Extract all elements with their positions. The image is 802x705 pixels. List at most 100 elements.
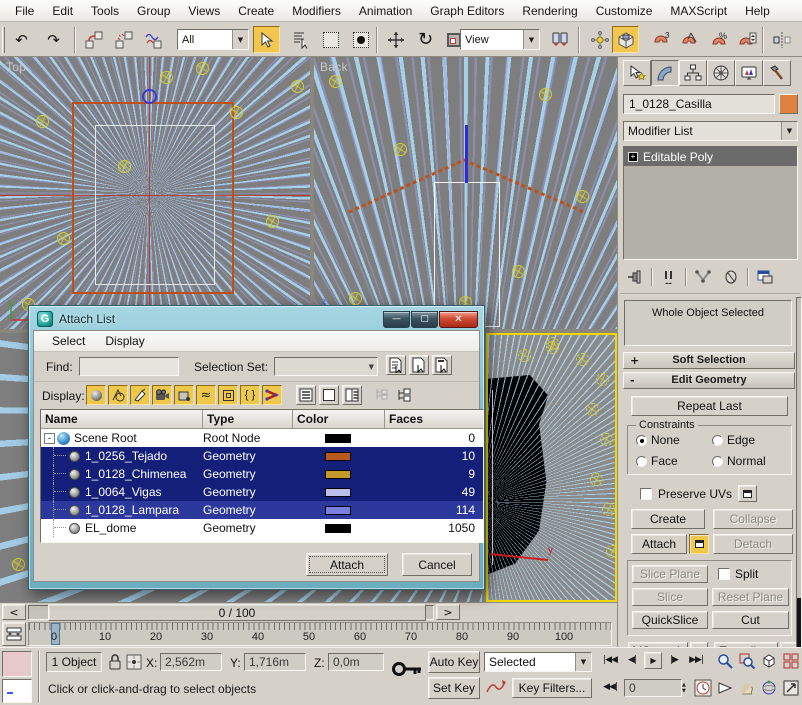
create-button[interactable]: Create bbox=[631, 509, 705, 529]
add-to-set-icon[interactable] bbox=[409, 355, 429, 375]
zoom-icon[interactable] bbox=[716, 652, 734, 670]
display-all-icon[interactable] bbox=[296, 385, 316, 405]
previous-frame-icon[interactable]: ◀| bbox=[624, 651, 640, 669]
slice-button[interactable]: Slice bbox=[632, 588, 708, 606]
viewport-top-label[interactable]: Top bbox=[6, 60, 26, 74]
display-shapes-icon[interactable] bbox=[108, 385, 128, 405]
maximize-viewport-icon[interactable] bbox=[782, 679, 800, 697]
configure-modifier-sets-icon[interactable] bbox=[753, 266, 777, 288]
split-checkbox[interactable] bbox=[718, 568, 730, 580]
select-object-icon[interactable] bbox=[253, 26, 280, 53]
z-coordinate-field[interactable]: 0,0m bbox=[328, 653, 384, 671]
select-and-rotate-icon[interactable]: ↻ bbox=[412, 26, 439, 53]
column-color[interactable]: Color bbox=[293, 410, 385, 428]
menu-group[interactable]: Group bbox=[128, 1, 179, 21]
rollout-soft-selection[interactable]: +Soft Selection bbox=[623, 352, 795, 369]
display-geometry-icon[interactable] bbox=[86, 385, 106, 405]
attach-button-panel[interactable]: Attach bbox=[631, 534, 687, 554]
dialog-title-bar[interactable]: G Attach List — ▢ ✕ bbox=[33, 306, 480, 330]
detach-button[interactable]: Detach bbox=[713, 534, 793, 554]
dropdown-arrow-icon[interactable]: ▼ bbox=[575, 653, 591, 671]
create-selection-set-icon[interactable] bbox=[386, 355, 406, 375]
angle-snap-icon[interactable] bbox=[675, 26, 702, 53]
color-swatch[interactable] bbox=[325, 524, 351, 533]
constraint-edge-radio[interactable]: Edge bbox=[712, 433, 755, 447]
select-and-move-icon[interactable] bbox=[382, 26, 409, 53]
spinner-snap-icon[interactable] bbox=[733, 26, 760, 53]
time-back-icon[interactable]: < bbox=[2, 604, 26, 620]
viewport-active[interactable]: y bbox=[486, 333, 617, 602]
current-frame-field[interactable]: 0 bbox=[624, 679, 682, 697]
absolute-mode-icon[interactable] bbox=[126, 654, 142, 673]
select-and-link-icon[interactable] bbox=[80, 26, 107, 53]
constraint-face-radio[interactable]: Face bbox=[636, 454, 678, 468]
pan-hand-icon[interactable] bbox=[738, 679, 756, 697]
time-slider-handle[interactable]: 0 / 100 bbox=[48, 604, 426, 621]
use-pivot-point-center-icon[interactable] bbox=[546, 26, 573, 53]
tab-create-icon[interactable] bbox=[623, 60, 651, 86]
dropdown-arrow-icon[interactable]: ▼ bbox=[781, 122, 797, 140]
display-lights-icon[interactable] bbox=[130, 385, 150, 405]
display-xrefs-icon[interactable]: { } bbox=[240, 385, 260, 405]
window-crossing-icon[interactable] bbox=[347, 26, 374, 53]
rectangular-selection-region-icon[interactable] bbox=[317, 26, 344, 53]
percent-snap-icon[interactable]: % bbox=[705, 26, 732, 53]
make-unique-icon[interactable] bbox=[691, 266, 715, 288]
quickslice-button[interactable]: QuickSlice bbox=[632, 611, 708, 629]
redo-icon[interactable]: ↷ bbox=[40, 26, 67, 53]
dropdown-arrow-icon[interactable]: ▼ bbox=[232, 30, 248, 49]
color-swatch[interactable] bbox=[325, 452, 351, 461]
play-icon[interactable]: ▶ bbox=[644, 652, 662, 669]
zoom-all-icon[interactable] bbox=[738, 652, 756, 670]
table-row-lampara[interactable]: 1_0128_Lampara Geometry 114 bbox=[41, 501, 483, 519]
table-row-tejado[interactable]: 1_0256_Tejado Geometry 10 bbox=[41, 447, 483, 465]
menu-file[interactable]: File bbox=[6, 1, 43, 21]
time-configuration-icon[interactable] bbox=[694, 679, 712, 700]
pin-stack-icon[interactable] bbox=[623, 266, 647, 288]
preserve-uvs-settings-icon[interactable] bbox=[738, 485, 757, 502]
menu-modifiers[interactable]: Modifiers bbox=[283, 1, 350, 21]
column-name[interactable]: Name bbox=[41, 410, 203, 428]
unlink-selection-icon[interactable] bbox=[110, 26, 137, 53]
tab-hierarchy-icon[interactable] bbox=[679, 60, 707, 86]
reset-plane-button[interactable]: Reset Plane bbox=[712, 588, 789, 606]
cut-button[interactable]: Cut bbox=[712, 611, 789, 629]
panel-scrollbar-thumb[interactable] bbox=[797, 598, 801, 650]
show-end-result-icon[interactable] bbox=[657, 266, 681, 288]
snap-3d-icon[interactable]: 3 bbox=[647, 26, 674, 53]
repeat-last-button[interactable]: Repeat Last bbox=[631, 396, 788, 416]
tab-utilities-icon[interactable] bbox=[763, 60, 791, 86]
display-helpers-icon[interactable] bbox=[174, 385, 194, 405]
color-swatch[interactable] bbox=[325, 470, 351, 479]
track-bar-ruler[interactable]: 0 10 20 30 40 50 60 70 80 90 100 bbox=[28, 622, 612, 646]
mini-curve-editor-icon[interactable] bbox=[2, 622, 26, 646]
subtract-from-set-icon[interactable] bbox=[432, 355, 452, 375]
y-coordinate-field[interactable]: 1,716m bbox=[244, 653, 306, 671]
toolbar-grip[interactable] bbox=[2, 27, 5, 53]
display-spacewarps-icon[interactable]: ≈ bbox=[196, 385, 216, 405]
key-filters-button[interactable]: Key Filters... bbox=[512, 678, 592, 698]
color-swatch[interactable] bbox=[325, 488, 351, 497]
tab-display-icon[interactable] bbox=[735, 60, 763, 86]
preserve-uvs-checkbox[interactable] bbox=[640, 488, 652, 500]
next-frame-icon[interactable]: |▶ bbox=[666, 651, 682, 669]
auto-key-button[interactable]: Auto Key bbox=[428, 651, 480, 673]
table-row-el-dome[interactable]: EL_dome Geometry 1050 bbox=[41, 519, 483, 537]
remove-modifier-icon[interactable] bbox=[719, 266, 743, 288]
tree-collapse-icon[interactable]: - bbox=[44, 433, 55, 444]
menu-create[interactable]: Create bbox=[229, 1, 283, 21]
cancel-button[interactable]: Cancel bbox=[402, 553, 472, 576]
column-faces[interactable]: Faces bbox=[385, 410, 483, 428]
selection-set-dropdown[interactable]: ▼ bbox=[274, 357, 378, 376]
maxscript-listener-pane[interactable] bbox=[2, 679, 32, 703]
find-input[interactable] bbox=[79, 357, 179, 376]
selection-filter-dropdown[interactable]: All ▼ bbox=[177, 29, 249, 50]
column-type[interactable]: Type bbox=[203, 410, 293, 428]
display-groups-icon[interactable] bbox=[218, 385, 238, 405]
display-none-icon[interactable] bbox=[319, 385, 339, 405]
constraint-none-radio[interactable]: None bbox=[636, 433, 680, 447]
object-name-field[interactable]: 1_0128_Casilla bbox=[623, 94, 775, 114]
mirror-icon[interactable] bbox=[768, 26, 795, 53]
table-row-scene-root[interactable]: -Scene Root Root Node 0 bbox=[41, 429, 483, 447]
field-of-view-icon[interactable] bbox=[716, 679, 734, 697]
